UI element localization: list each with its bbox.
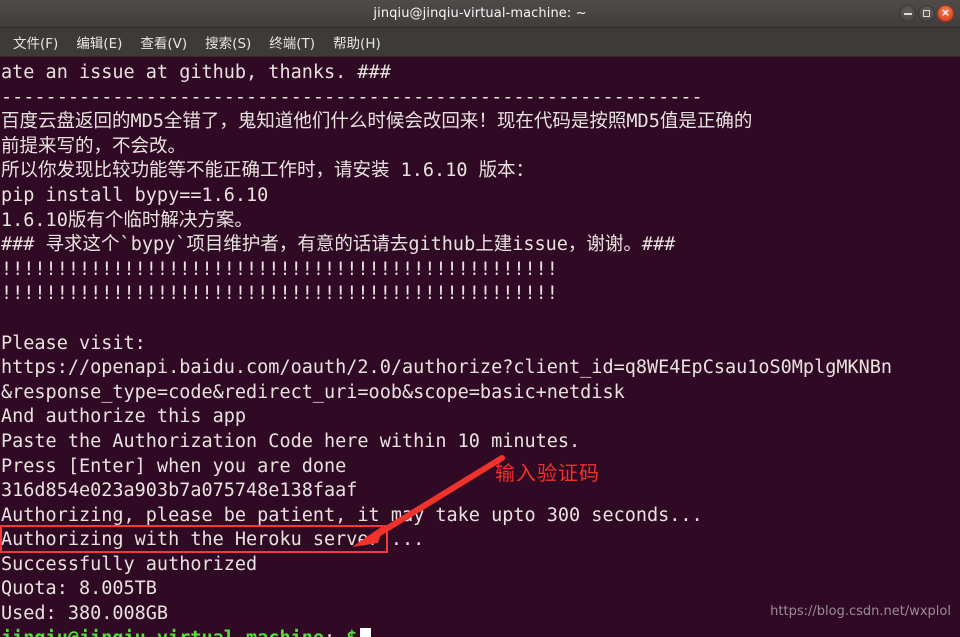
output-line: ### 寻求这个`bypy`项目维护者，有意的话请去github上建issue，… xyxy=(1,234,676,256)
authorization-code-entered: 316d854e023a903b7a075748e138faaf xyxy=(1,480,358,502)
menu-edit[interactable]: 编辑(E) xyxy=(67,29,131,56)
watermark-text: https://blog.csdn.net/wxplol xyxy=(770,604,951,619)
terminal-window: jinqiu@jinqiu-virtual-machine: ~ × 文件(F)… xyxy=(0,0,960,637)
window-controls: × xyxy=(899,5,954,22)
output-line: Paste the Authorization Code here within… xyxy=(1,430,581,452)
output-line: 前提来写的，不会改。 xyxy=(1,135,187,157)
terminal-output-area[interactable]: ate an issue at github, thanks. ### ----… xyxy=(0,57,960,637)
output-line: Successfully authorized xyxy=(1,553,258,575)
prompt-path: ~ xyxy=(335,628,346,637)
minimize-icon[interactable] xyxy=(899,5,916,22)
output-line: !!!!!!!!!!!!!!!!!!!!!!!!!!!!!!!!!!!!!!!!… xyxy=(1,283,558,305)
output-line: ate an issue at github, thanks. ### xyxy=(1,62,391,83)
menubar: 文件(F) 编辑(E) 查看(V) 搜索(S) 终端(T) 帮助(H) xyxy=(0,28,960,57)
output-line: Authorizing, please be patient, it may t… xyxy=(1,504,703,526)
quota-line: Quota: 8.005TB xyxy=(1,578,157,600)
close-icon[interactable]: × xyxy=(937,5,954,22)
output-line: 所以你发现比较功能等不能正确工作时，请安装 1.6.10 版本： xyxy=(1,160,535,182)
output-line: pip install bypy==1.6.10 xyxy=(1,184,269,206)
menu-help[interactable]: 帮助(H) xyxy=(324,29,390,56)
menu-terminal[interactable]: 终端(T) xyxy=(260,29,324,56)
menu-view[interactable]: 查看(V) xyxy=(131,29,196,56)
authorize-url-line: https://openapi.baidu.com/oauth/2.0/auth… xyxy=(1,357,893,379)
annotation-label: 输入验证码 xyxy=(495,461,600,485)
output-line: Please visit: xyxy=(1,332,146,354)
prompt-user-host: jinqiu@jinqiu-virtual-machine xyxy=(1,628,324,637)
menu-file[interactable]: 文件(F) xyxy=(4,29,67,56)
menu-search[interactable]: 搜索(S) xyxy=(196,29,260,56)
maximize-icon[interactable] xyxy=(918,5,935,22)
text-cursor xyxy=(360,627,372,637)
output-line: 1.6.10版有个临时解决方案。 xyxy=(1,209,253,231)
close-glyph: × xyxy=(940,6,951,19)
terminal-text: ate an issue at github, thanks. ### ----… xyxy=(0,57,960,637)
window-titlebar[interactable]: jinqiu@jinqiu-virtual-machine: ~ × xyxy=(0,0,960,28)
output-line: And authorize this app xyxy=(1,406,247,428)
shell-prompt-line: jinqiu@jinqiu-virtual-machine:~$ xyxy=(1,627,960,637)
prompt-dollar: $ xyxy=(346,628,357,637)
window-title: jinqiu@jinqiu-virtual-machine: ~ xyxy=(373,6,587,21)
output-line: !!!!!!!!!!!!!!!!!!!!!!!!!!!!!!!!!!!!!!!!… xyxy=(1,258,558,280)
output-line-blank xyxy=(1,307,960,332)
output-line: ----------------------------------------… xyxy=(1,86,703,108)
output-line: Authorizing with the Heroku server ... xyxy=(1,529,425,551)
output-line: 百度云盘返回的MD5全错了，鬼知道他们什么时候会改回来！现在代码是按照MD5值是… xyxy=(1,111,753,133)
output-line: Press [Enter] when you are done xyxy=(1,455,347,477)
authorize-url-line-continued: &response_type=code&redirect_uri=oob&sco… xyxy=(1,381,625,403)
prompt-colon: : xyxy=(324,628,335,637)
